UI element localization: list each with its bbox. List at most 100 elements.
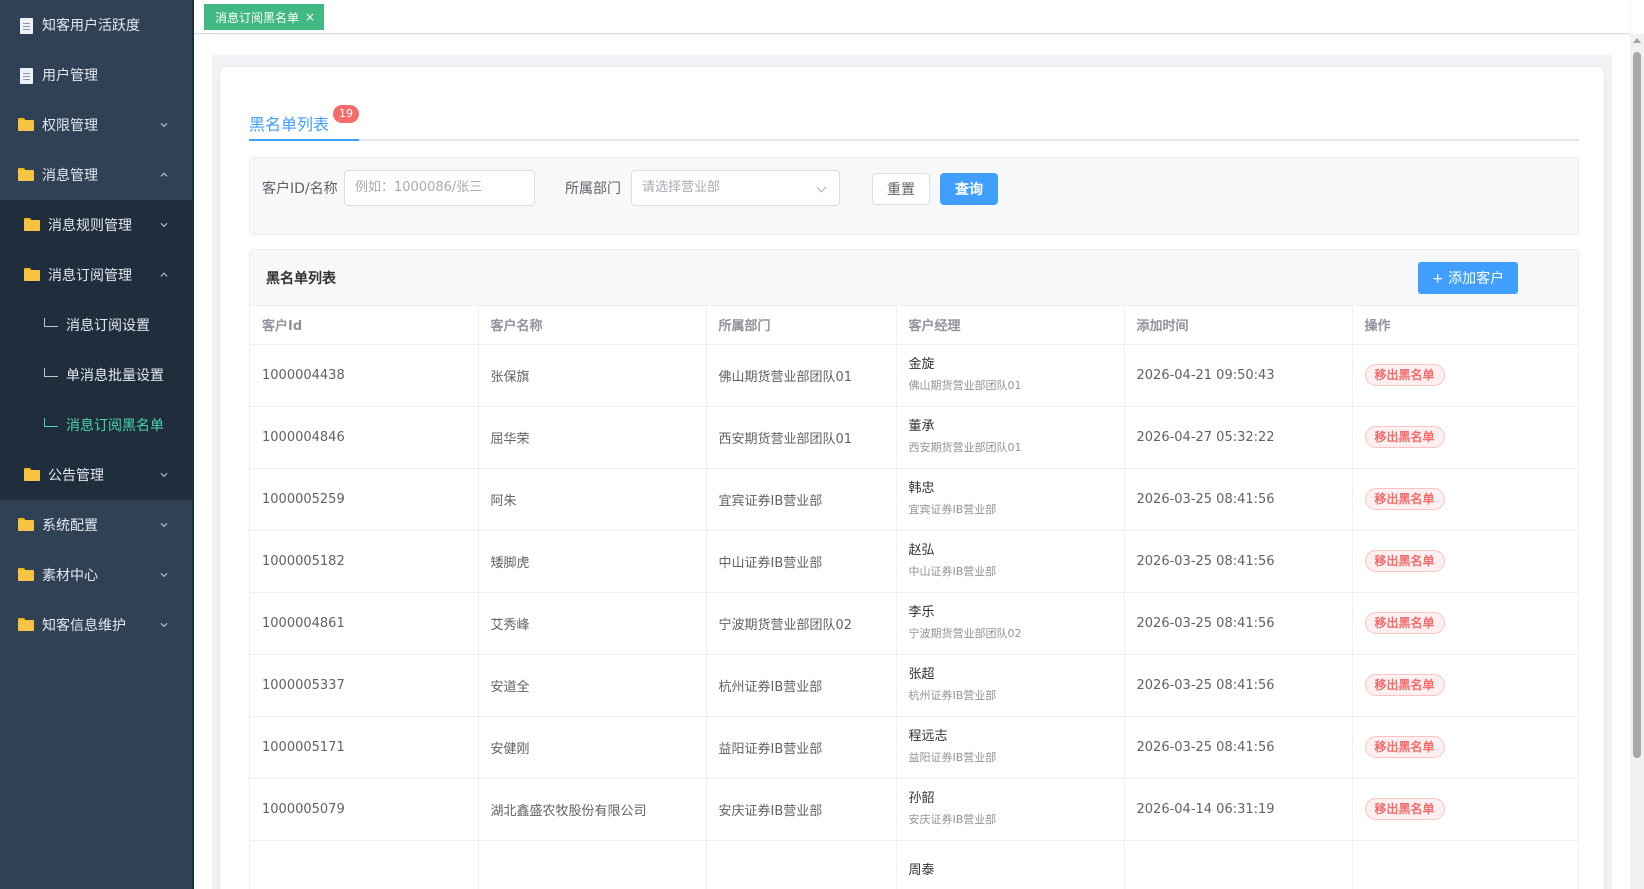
sidebar-item-label: 消息规则管理 (48, 218, 132, 234)
sidebar-item[interactable]: 系统配置 (0, 500, 192, 550)
manager-dept: 宁波期货营业部团队02 (908, 627, 1022, 640)
manager-dept: 杭州证券IB营业部 (908, 689, 997, 702)
manager-name: 程远志 (908, 729, 948, 744)
sidebar-item[interactable]: 公告管理 (0, 450, 192, 500)
sidebar-item[interactable]: 消息规则管理 (0, 200, 192, 250)
table-row: 1000005259 阿朱 宜宾证券IB营业部 韩忠 宜宾证券IB营业部 2026-03-… (250, 468, 1578, 531)
column-header: 客户名称 (478, 306, 707, 345)
chevron-down-icon (160, 522, 168, 528)
sidebar-item-label: 权限管理 (42, 118, 98, 134)
scrollbar-thumb[interactable] (1633, 52, 1641, 758)
blacklist-panel: 黑名单列表 + 添加客户 客户Id 客户名称 所属部门 客户经理 添加时间 操作 1000… (249, 249, 1579, 889)
department-cell: 佛山期货营业部团队01 (706, 344, 897, 407)
manager-name: 周泰 (908, 863, 935, 878)
chevron-up-icon (160, 172, 168, 177)
sidebar-item[interactable]: 消息订阅管理 (0, 250, 192, 300)
remove-from-blacklist-button[interactable]: 移出黑名单 (1364, 426, 1445, 448)
sidebar-item[interactable]: 消息订阅设置 (0, 300, 192, 350)
action-cell (1352, 840, 1578, 889)
remove-from-blacklist-button[interactable]: 移出黑名单 (1364, 736, 1445, 758)
sidebar-item-label: 消息订阅管理 (48, 268, 132, 284)
sidebar-item[interactable]: 权限管理 (0, 100, 192, 150)
manager-name: 赵弘 (908, 543, 935, 558)
page-scrollbar[interactable] (1630, 34, 1644, 889)
added-time-cell: 2026-04-27 05:32:22 (1124, 406, 1353, 469)
customer-name-cell: 阿朱 (478, 468, 707, 531)
customer-search-input[interactable]: 例如：1000086/张三 (344, 170, 535, 206)
action-cell: 移出黑名单 (1352, 716, 1578, 779)
sidebar-item-label: 素材中心 (42, 568, 98, 584)
chevron-down-icon (816, 182, 827, 193)
added-time-cell: 2026-03-25 08:41:56 (1124, 654, 1353, 717)
sidebar-item[interactable]: 素材中心 (0, 550, 192, 600)
tag-active-page[interactable]: 消息订阅黑名单 × (204, 4, 325, 30)
sidebar-item-label: 系统配置 (42, 518, 98, 534)
manager-cell: 韩忠宜宾证券IB营业部 (896, 468, 1125, 531)
customer-name-cell: 屈华荣 (478, 406, 707, 469)
tree-branch-icon (44, 367, 58, 377)
scroll-up-arrow-icon[interactable] (1633, 38, 1641, 43)
chevron-down-icon (160, 622, 168, 628)
customer-name-cell: 安健刚 (478, 716, 707, 779)
tabs-header: 黑名单列表 19 (249, 99, 1579, 141)
sidebar-item[interactable]: 知客信息维护 (0, 600, 192, 650)
department-cell (706, 840, 897, 889)
manager-dept: 佛山期货营业部团队01 (908, 379, 1022, 392)
sidebar-item[interactable]: 消息订阅黑名单 (0, 400, 192, 450)
manager-dept: 宜宾证券IB营业部 (908, 503, 997, 516)
manager-cell: 孙韶 安庆证券IB营业部 (896, 778, 1125, 841)
folder-icon (18, 568, 34, 582)
customer-id-cell: 1000005079 (250, 778, 479, 841)
department-cell: 中山证券IB营业部 (706, 530, 897, 593)
manager-cell: 周泰 (896, 840, 1125, 889)
folder-icon (24, 268, 40, 282)
sidebar-item[interactable]: 单消息批量设置 (0, 350, 192, 400)
folder-icon (18, 518, 34, 532)
customer-name-cell: 艾秀峰 (478, 592, 707, 655)
table-row: 1000004861 艾秀峰 宁波期货营业部团队02 李乐 宁波期货营业部团队02 202… (250, 592, 1578, 655)
dept-select-placeholder: 请选择营业部 (642, 180, 721, 195)
add-customer-button[interactable]: + 添加客户 (1418, 262, 1518, 294)
close-icon[interactable]: × (305, 10, 315, 24)
remove-from-blacklist-button[interactable]: 移出黑名单 (1364, 612, 1445, 634)
folder-icon (24, 218, 40, 232)
remove-from-blacklist-button[interactable]: 移出黑名单 (1364, 364, 1445, 386)
remove-from-blacklist-button[interactable]: 移出黑名单 (1364, 798, 1445, 820)
remove-from-blacklist-button[interactable]: 移出黑名单 (1364, 550, 1445, 572)
added-time-cell (1124, 840, 1353, 889)
column-header: 添加时间 (1124, 306, 1353, 345)
action-cell: 移出黑名单 (1352, 592, 1578, 655)
tab-active-indicator (249, 139, 359, 141)
sidebar-item[interactable]: 消息管理 (0, 150, 192, 200)
customer-id-cell: 1000005337 (250, 654, 479, 717)
table-row: 1000005182 矮脚虎 中山证券IB营业部 赵弘 中山证券IB营业部 2026-03… (250, 530, 1578, 593)
reset-button[interactable]: 重置 (872, 173, 930, 205)
customer-name-cell: 湖北鑫盛农牧股份有限公司 (478, 778, 707, 841)
content-card: 黑名单列表 19 客户ID/名称 例如：1000086/张三 所属部门 请选择营… (220, 67, 1604, 889)
sidebar-item[interactable]: 用户管理 (0, 50, 192, 100)
customer-filter-label: 客户ID/名称 (262, 181, 338, 197)
table-header-row: 客户Id 客户名称 所属部门 客户经理 添加时间 操作 (250, 306, 1578, 345)
department-cell: 宁波期货营业部团队02 (706, 592, 897, 655)
count-badge: 19 (333, 105, 359, 123)
department-cell: 宜宾证券IB营业部 (706, 468, 897, 531)
added-time-cell: 2026-03-25 08:41:56 (1124, 716, 1353, 779)
dept-select[interactable]: 请选择营业部 (631, 170, 840, 206)
blacklist-table: 客户Id 客户名称 所属部门 客户经理 添加时间 操作 1000004438 张保旗 佛山期货… (250, 306, 1578, 889)
remove-from-blacklist-button[interactable]: 移出黑名单 (1364, 674, 1445, 696)
folder-icon (18, 168, 34, 182)
action-cell: 移出黑名单 (1352, 778, 1578, 841)
remove-from-blacklist-button[interactable]: 移出黑名单 (1364, 488, 1445, 510)
list-header: 黑名单列表 + 添加客户 (250, 250, 1578, 306)
manager-name: 李乐 (908, 605, 935, 620)
customer-id-cell: 1000005259 (250, 468, 479, 531)
department-cell: 西安期货营业部团队01 (706, 406, 897, 469)
tab-blacklist[interactable]: 黑名单列表 (249, 111, 329, 135)
sidebar-item[interactable]: 知客用户活跃度 (0, 0, 192, 50)
manager-name: 金旋 (908, 357, 935, 372)
manager-dept: 益阳证券IB营业部 (908, 751, 997, 764)
manager-name: 韩忠 (908, 481, 935, 496)
content-wrapper: 黑名单列表 19 客户ID/名称 例如：1000086/张三 所属部门 请选择营… (212, 55, 1612, 889)
query-button[interactable]: 查询 (940, 173, 998, 205)
customer-name-cell (478, 840, 707, 889)
